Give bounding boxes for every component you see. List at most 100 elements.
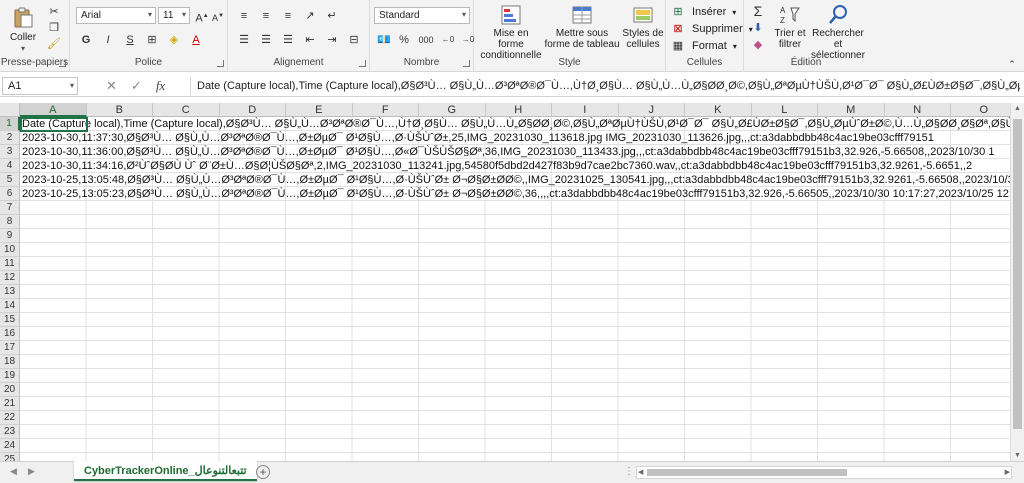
row-header-13[interactable]: 13 (0, 285, 20, 299)
cell-styles-button[interactable]: Styles de cellules (622, 4, 664, 50)
scroll-up-icon[interactable]: ▲ (1014, 105, 1021, 112)
vertical-scrollbar[interactable]: ▲ ▼ (1010, 103, 1024, 461)
select-all-corner[interactable] (0, 103, 20, 117)
formula-input[interactable]: Date (Capture local),Time (Capture local… (190, 77, 1020, 95)
sheet-tab-active[interactable]: CyberTrackerOnline_تتبعالتنوعال (74, 461, 257, 481)
increase-indent-icon[interactable]: ⇥ (324, 32, 340, 48)
name-box[interactable]: A1 ▾ (2, 77, 78, 95)
prev-sheet-icon[interactable]: ◀ (10, 466, 17, 477)
clear-icon[interactable]: ◆ (750, 37, 766, 53)
tab-split-handle[interactable]: ⋮ (624, 466, 634, 477)
cell-a5[interactable]: 2023-10-25,13:05:48,Ø§Ø³Ù… Ø§Ù„Ù…Ø³ØªØ®Ø… (22, 173, 1010, 187)
align-middle-icon[interactable]: ≡ (258, 8, 274, 24)
clipboard-launcher-icon[interactable] (59, 60, 66, 67)
column-header-f[interactable]: F (352, 103, 419, 117)
column-header-g[interactable]: G (419, 103, 486, 117)
column-header-a[interactable]: A (20, 103, 87, 117)
row-header-18[interactable]: 18 (0, 355, 20, 369)
percent-button[interactable]: % (396, 32, 412, 48)
row-header-20[interactable]: 20 (0, 383, 20, 397)
font-color-icon[interactable]: A (188, 32, 204, 48)
row-header-12[interactable]: 12 (0, 271, 20, 285)
row-header-25[interactable]: 25 (0, 453, 20, 461)
column-header-e[interactable]: E (286, 103, 353, 117)
sort-filter-button[interactable]: A Z Trier et filtrer (772, 4, 808, 50)
column-header-h[interactable]: H (485, 103, 552, 117)
format-as-table-button[interactable]: Mettre sous forme de tableau (544, 4, 620, 50)
paste-dropdown-icon[interactable]: ▾ (6, 43, 40, 54)
row-header-16[interactable]: 16 (0, 327, 20, 341)
decrease-font-icon[interactable]: A▼ (210, 8, 226, 24)
collapse-ribbon-icon[interactable]: ⌃ (1004, 56, 1020, 72)
row-header-17[interactable]: 17 (0, 341, 20, 355)
font-size-select[interactable]: 11 ▾ (158, 7, 190, 24)
conditional-format-button[interactable]: Mise en forme conditionnelle (480, 4, 542, 61)
align-center-icon[interactable]: ☰ (258, 32, 274, 48)
cell-a6[interactable]: 2023-10-25,13:05:23,Ø§Ø³Ù… Ø§Ù„Ù…Ø³ØªØ®Ø… (22, 187, 1010, 201)
align-bottom-icon[interactable]: ≡ (280, 8, 296, 24)
wrap-text-icon[interactable]: ↵ (324, 8, 340, 24)
row-header-19[interactable]: 19 (0, 369, 20, 383)
find-select-button[interactable]: Rechercher et sélectionner (810, 4, 866, 61)
cut-icon[interactable]: ✂ (46, 4, 62, 20)
spreadsheet-grid[interactable]: A B C D E F G H I J K L M N O 1 2 3 4 5 6 7 8 9 10 11 12 13 14 15 16 17… (0, 103, 1010, 461)
add-sheet-icon[interactable]: + (256, 465, 270, 479)
alignment-launcher-icon[interactable] (359, 60, 366, 67)
increase-font-icon[interactable]: A▲ (194, 8, 210, 25)
insert-button[interactable]: ⊞ Insérer ▾ (670, 4, 736, 20)
row-header-15[interactable]: 15 (0, 313, 20, 327)
row-header-5[interactable]: 5 (0, 173, 20, 187)
insert-function-button[interactable]: fx (156, 78, 165, 94)
row-header-23[interactable]: 23 (0, 425, 20, 439)
align-left-icon[interactable]: ☰ (236, 32, 252, 48)
row-header-3[interactable]: 3 (0, 145, 20, 159)
column-header-o[interactable]: O (951, 103, 1010, 117)
column-header-i[interactable]: I (552, 103, 619, 117)
copy-icon[interactable]: ❐ (46, 20, 62, 36)
row-header-6[interactable]: 6 (0, 187, 20, 201)
cell-a2[interactable]: 2023-10-30,11:37:30,Ø§Ø³Ù… Ø§Ù„Ù…Ø³ØªØ®Ø… (22, 131, 934, 145)
row-header-9[interactable]: 9 (0, 229, 20, 243)
column-header-d[interactable]: D (219, 103, 286, 117)
next-sheet-icon[interactable]: ▶ (28, 466, 35, 477)
row-header-7[interactable]: 7 (0, 201, 20, 215)
fill-icon[interactable]: ⬇ (750, 20, 766, 36)
column-header-n[interactable]: N (884, 103, 951, 117)
scroll-right-icon[interactable]: ▶ (1005, 468, 1010, 476)
paste-button[interactable]: Coller ▾ (6, 4, 40, 54)
vertical-scroll-thumb[interactable] (1013, 119, 1022, 429)
increase-decimal-icon[interactable]: ←0 (440, 32, 456, 48)
column-header-k[interactable]: K (685, 103, 752, 117)
row-header-4[interactable]: 4 (0, 159, 20, 173)
column-header-m[interactable]: M (818, 103, 885, 117)
horizontal-scrollbar[interactable]: ◀ ▶ (636, 466, 1012, 479)
row-header-22[interactable]: 22 (0, 411, 20, 425)
fill-color-icon[interactable]: ◈ (166, 32, 182, 48)
column-header-b[interactable]: B (86, 103, 153, 117)
format-button[interactable]: ▦ Format ▾ (670, 38, 737, 54)
cell-a3[interactable]: 2023-10-30,11:36:00,Ø§Ø³Ù… Ø§Ù„Ù…Ø³ØªØ®Ø… (22, 145, 994, 159)
number-format-select[interactable]: Standard ▾ (374, 7, 470, 24)
align-top-icon[interactable]: ≡ (236, 8, 252, 24)
row-header-2[interactable]: 2 (0, 131, 20, 145)
column-header-j[interactable]: J (618, 103, 685, 117)
italic-button[interactable]: I (100, 32, 116, 48)
align-right-icon[interactable]: ☰ (280, 32, 296, 48)
decrease-indent-icon[interactable]: ⇤ (302, 32, 318, 48)
borders-icon[interactable]: ⊞ (144, 32, 160, 48)
row-header-11[interactable]: 11 (0, 257, 20, 271)
autosum-icon[interactable]: Σ (750, 3, 766, 19)
underline-button[interactable]: S (122, 32, 138, 48)
number-launcher-icon[interactable] (463, 60, 470, 67)
row-header-10[interactable]: 10 (0, 243, 20, 257)
column-header-c[interactable]: C (153, 103, 220, 117)
cell-a1[interactable]: Date (Capture local),Time (Capture local… (22, 117, 1010, 131)
horizontal-scroll-thumb[interactable] (647, 469, 847, 476)
row-header-1[interactable]: 1 (0, 117, 20, 131)
merge-center-icon[interactable]: ⊟ (346, 32, 362, 48)
row-header-14[interactable]: 14 (0, 299, 20, 313)
row-header-21[interactable]: 21 (0, 397, 20, 411)
orientation-icon[interactable]: ↗ (302, 8, 318, 24)
font-launcher-icon[interactable] (217, 60, 224, 67)
scroll-left-icon[interactable]: ◀ (638, 468, 643, 476)
